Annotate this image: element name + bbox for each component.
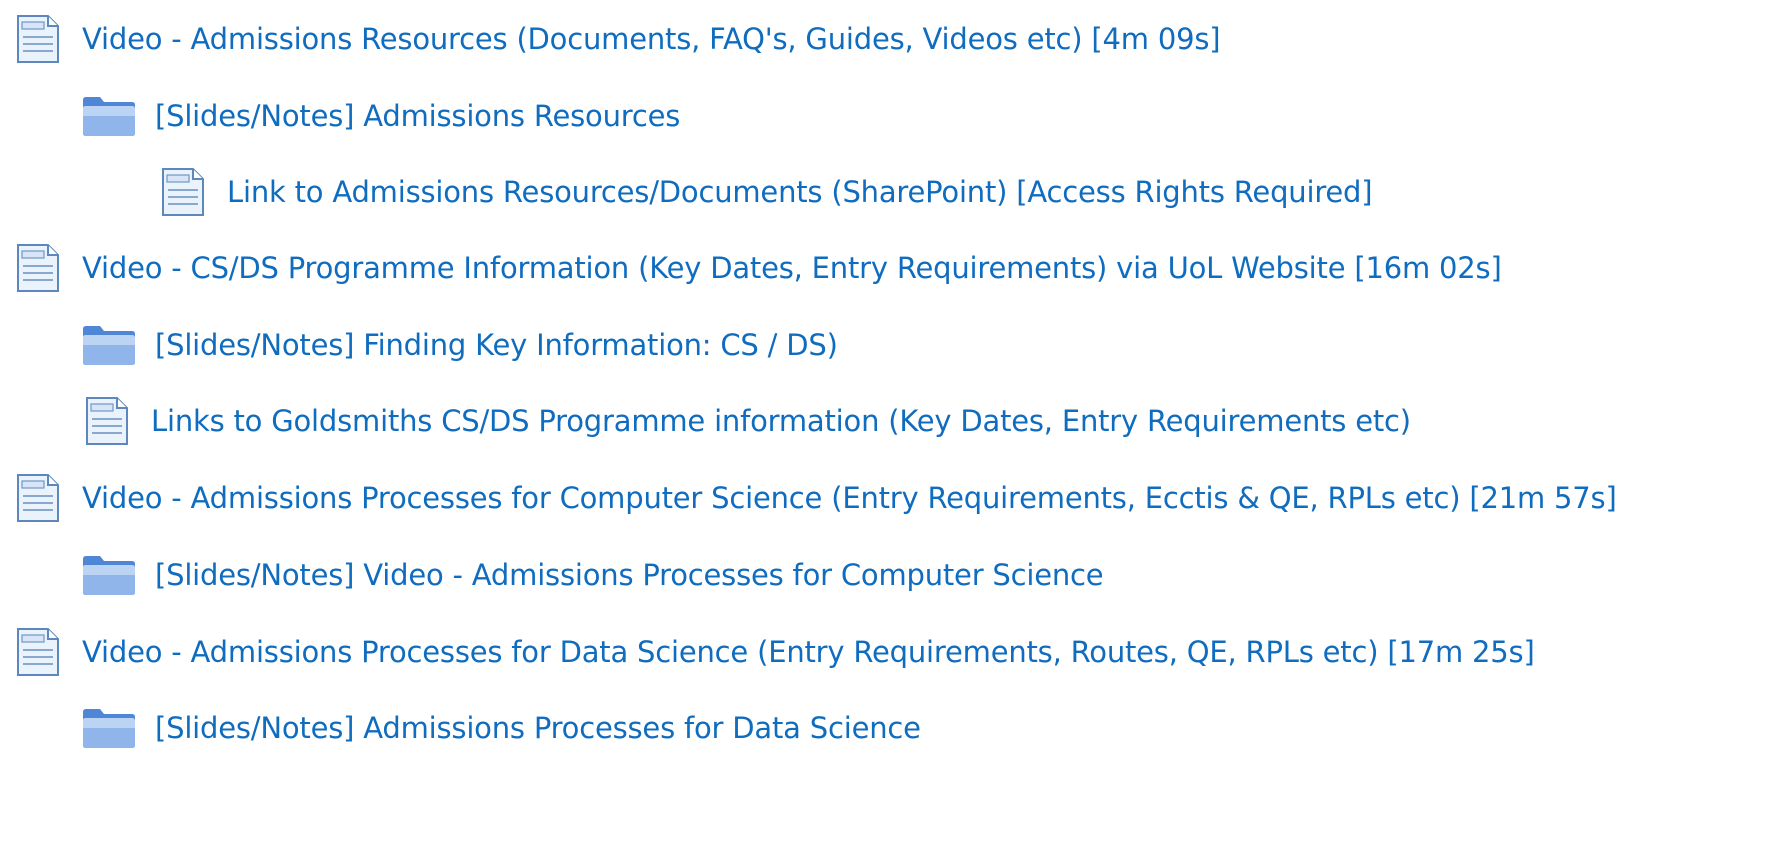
list-item-link[interactable]: Video - CS/DS Programme Information (Key… [82, 250, 1502, 286]
list-item[interactable]: Link to Admissions Resources/Documents (… [0, 157, 1789, 227]
list-item[interactable]: Video - Admissions Processes for Compute… [0, 463, 1789, 533]
page-icon [17, 474, 59, 522]
list-item-link[interactable]: Video - Admissions Resources (Documents,… [82, 21, 1221, 57]
list-item[interactable]: Video - Admissions Resources (Documents,… [0, 4, 1789, 74]
list-item-link[interactable]: [Slides/Notes] Finding Key Information: … [155, 327, 838, 363]
folder-icon [83, 709, 135, 748]
list-item[interactable]: Video - Admissions Processes for Data Sc… [0, 617, 1789, 687]
page-icon [86, 397, 128, 445]
list-item-link[interactable]: [Slides/Notes] Admissions Processes for … [155, 710, 921, 746]
list-item[interactable]: Links to Goldsmiths CS/DS Programme info… [0, 386, 1789, 456]
list-item[interactable]: Video - CS/DS Programme Information (Key… [0, 233, 1789, 303]
list-item-link[interactable]: Link to Admissions Resources/Documents (… [227, 174, 1373, 210]
list-item[interactable]: [Slides/Notes] Admissions Processes for … [0, 693, 1789, 763]
folder-icon [83, 97, 135, 136]
page-icon [17, 244, 59, 292]
list-item-link[interactable]: [Slides/Notes] Video - Admissions Proces… [155, 557, 1104, 593]
folder-icon [83, 326, 135, 365]
page-icon [162, 168, 204, 216]
list-item-link[interactable]: [Slides/Notes] Admissions Resources [155, 98, 680, 134]
list-item[interactable]: [Slides/Notes] Video - Admissions Proces… [0, 540, 1789, 610]
page-icon [17, 15, 59, 63]
page-icon [17, 628, 59, 676]
folder-icon [83, 556, 135, 595]
list-item-link[interactable]: Video - Admissions Processes for Compute… [82, 480, 1617, 516]
list-item-link[interactable]: Video - Admissions Processes for Data Sc… [82, 634, 1535, 670]
list-item-link[interactable]: Links to Goldsmiths CS/DS Programme info… [151, 403, 1411, 439]
activity-list: Video - Admissions Resources (Documents,… [0, 0, 1789, 845]
list-item[interactable]: [Slides/Notes] Admissions Resources [0, 81, 1789, 151]
list-item[interactable]: [Slides/Notes] Finding Key Information: … [0, 310, 1789, 380]
